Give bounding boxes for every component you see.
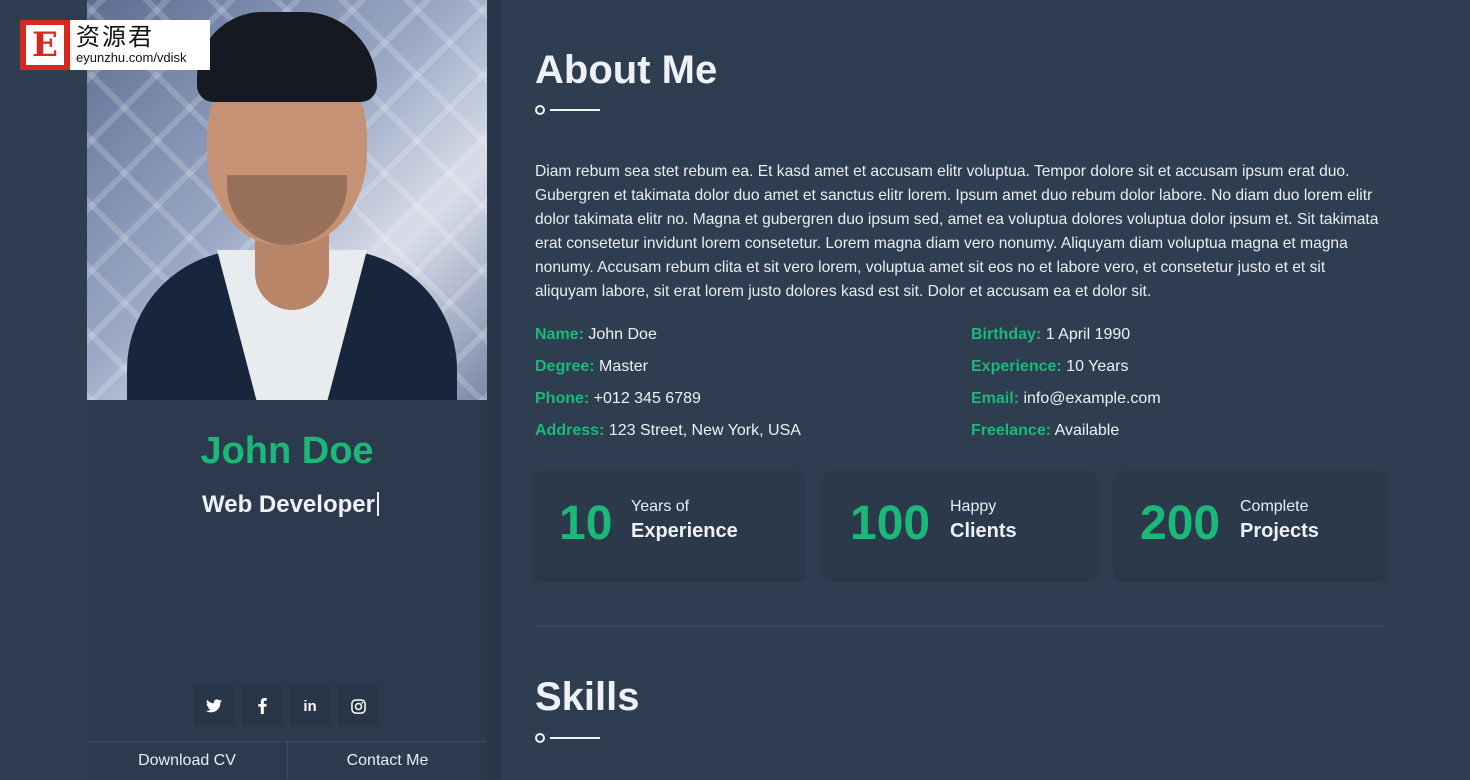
info-address: Address: 123 Street, New York, USA xyxy=(535,422,801,439)
stat-label: Clients xyxy=(950,520,1017,542)
stat-card-experience: 10 Years of Experience xyxy=(535,472,803,578)
stat-number: 10 xyxy=(559,497,613,550)
profile-role: Web Developer xyxy=(202,491,379,519)
info-freelance: Freelance: Available xyxy=(971,422,1120,439)
facebook-icon xyxy=(257,698,267,714)
watermark-e-icon: E xyxy=(20,20,70,70)
instagram-button[interactable] xyxy=(338,686,378,726)
facebook-button[interactable] xyxy=(242,686,282,726)
section-divider xyxy=(535,626,1385,627)
profile-name: John Doe xyxy=(200,430,374,472)
info-phone: Phone: +012 345 6789 xyxy=(535,390,701,407)
about-title: About Me xyxy=(535,48,718,92)
social-links: in xyxy=(194,686,378,726)
info-degree: Degree: Master xyxy=(535,358,648,375)
linkedin-icon: in xyxy=(303,697,317,715)
about-description: Diam rebum sea stet rebum ea. Et kasd am… xyxy=(535,163,1379,300)
stat-card-clients: 100 Happy Clients xyxy=(826,472,1094,578)
watermark-title: 资源君 xyxy=(76,23,154,51)
profile-sidebar: John Doe Web Developer in Download CV Co… xyxy=(87,0,502,780)
linkedin-button[interactable]: in xyxy=(290,686,330,726)
skills-title: Skills xyxy=(535,675,640,719)
stat-caption: Complete xyxy=(1240,498,1309,515)
stat-label: Experience xyxy=(631,520,738,542)
download-cv-button[interactable]: Download CV xyxy=(87,742,287,780)
stat-label: Projects xyxy=(1240,520,1319,542)
sidebar-actions: Download CV Contact Me xyxy=(87,741,487,780)
typing-cursor xyxy=(376,492,379,516)
stat-caption: Years of xyxy=(631,498,690,515)
info-experience: Experience: 10 Years xyxy=(971,358,1129,375)
twitter-icon xyxy=(206,699,222,713)
skills-title-decoration xyxy=(535,733,600,743)
info-birthday: Birthday: 1 April 1990 xyxy=(971,326,1131,343)
twitter-button[interactable] xyxy=(194,686,234,726)
info-name: Name: John Doe xyxy=(535,326,657,343)
about-title-decoration xyxy=(535,105,600,115)
stat-card-projects: 200 Complete Projects xyxy=(1116,472,1384,578)
stat-caption: Happy xyxy=(950,498,997,515)
watermark-url: eyunzhu.com/vdisk xyxy=(76,50,187,65)
contact-me-button[interactable]: Contact Me xyxy=(287,742,487,780)
instagram-icon xyxy=(350,698,366,714)
stat-number: 200 xyxy=(1140,497,1221,550)
watermark-logo: E 资源君 eyunzhu.com/vdisk xyxy=(20,20,210,70)
stat-number: 100 xyxy=(850,497,931,550)
info-email: Email: info@example.com xyxy=(971,390,1161,407)
